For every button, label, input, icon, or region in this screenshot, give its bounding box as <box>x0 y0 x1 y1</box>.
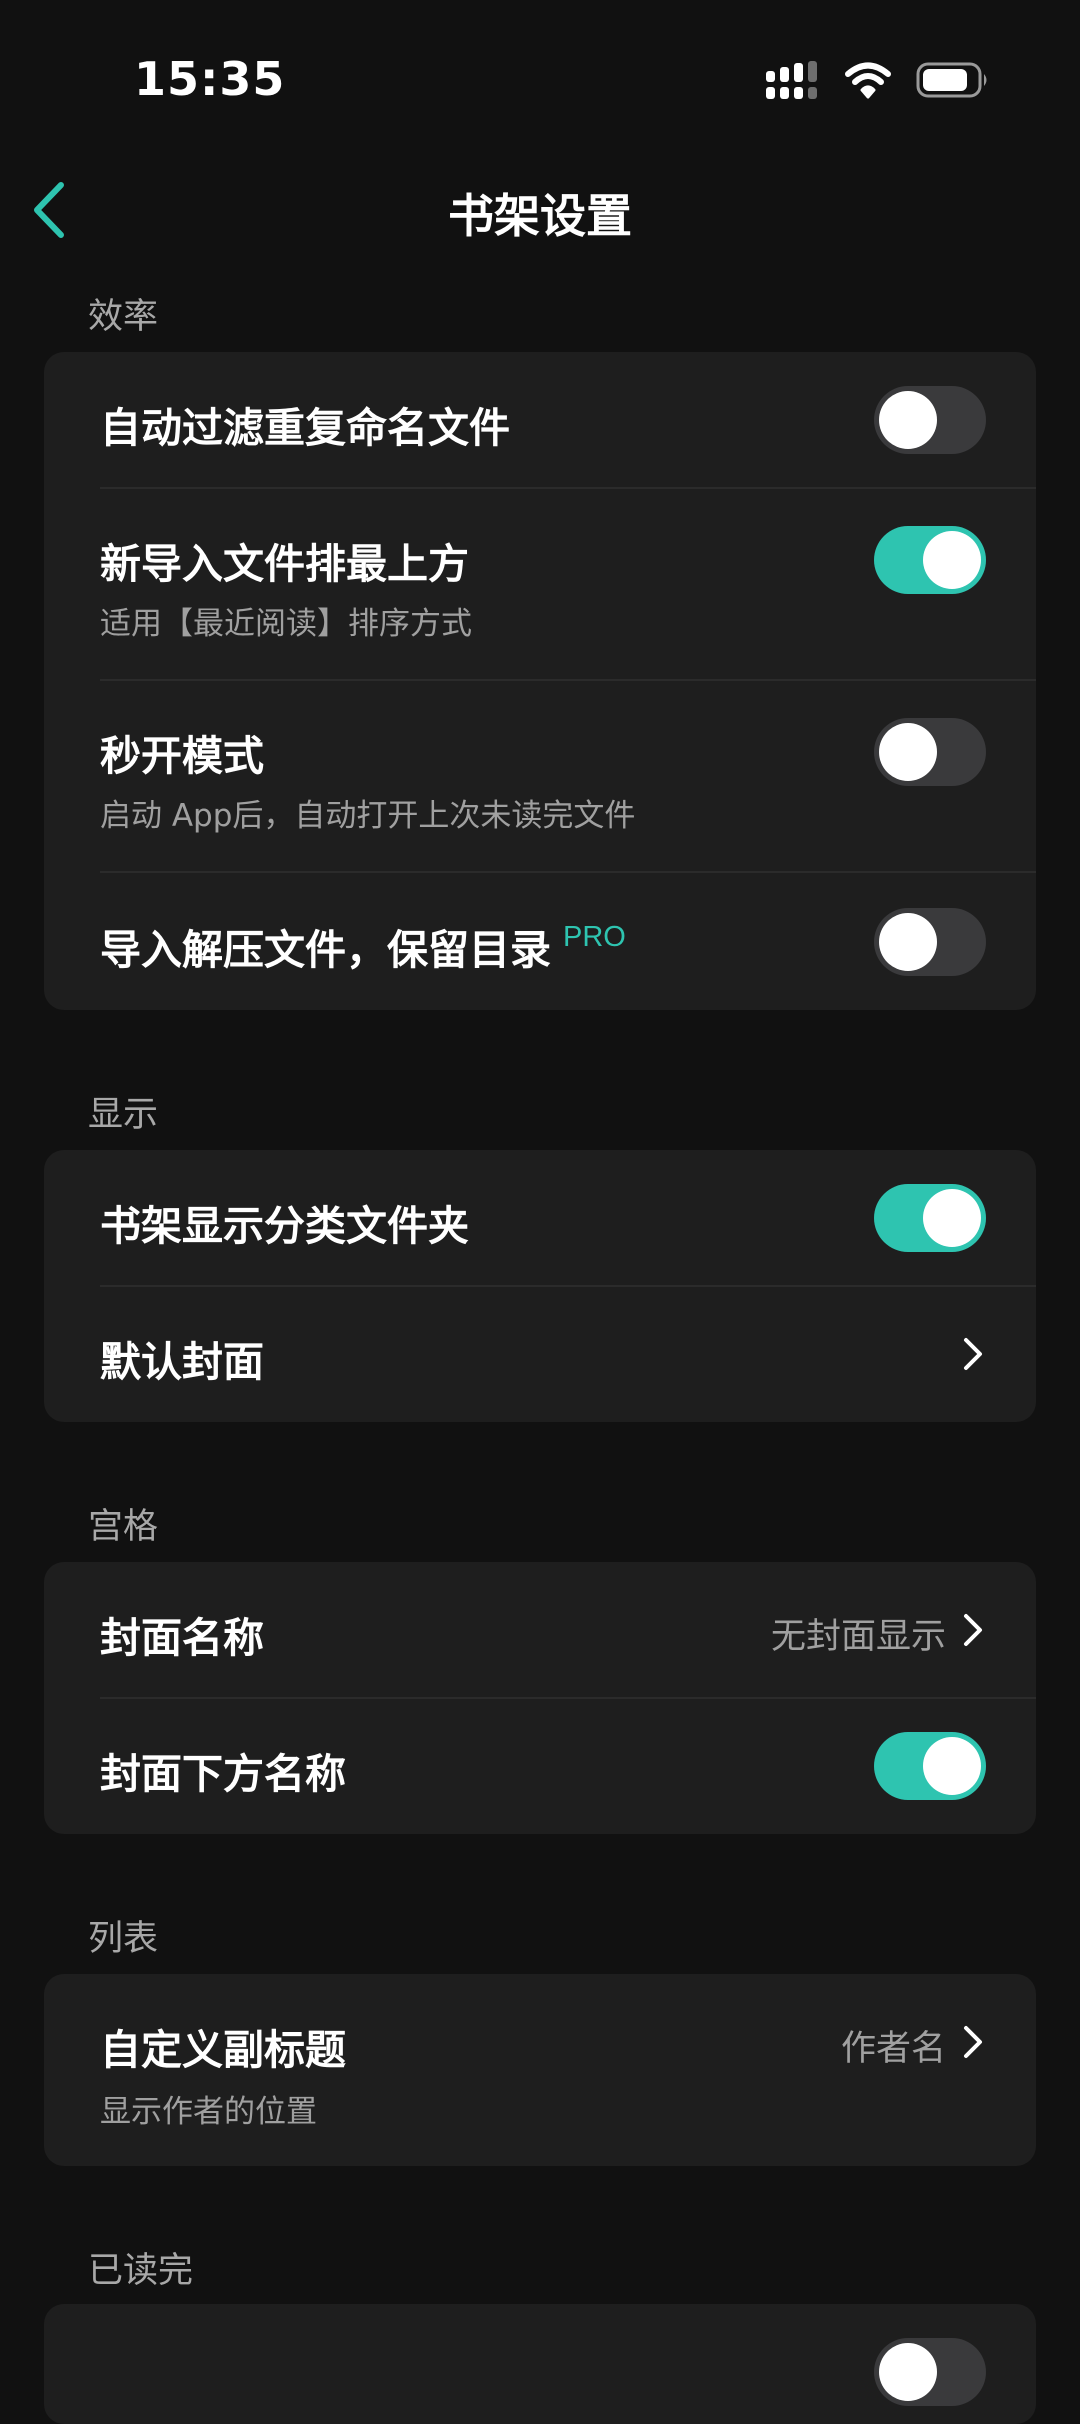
cellular-signal-icon <box>766 61 817 99</box>
row-cover-name[interactable]: 封面名称 无封面显示 <box>44 1562 1036 1698</box>
card-efficiency: 自动过滤重复命名文件 新导入文件排最上方 适用【最近阅读】排序方式 秒开模式 启… <box>44 352 1036 1010</box>
toggle-quick-open[interactable] <box>874 718 986 786</box>
row-title-text: 导入解压文件，保留目录 <box>100 926 551 974</box>
toggle-show-folders[interactable] <box>874 1184 986 1252</box>
row-subtitle: 显示作者的位置 <box>100 2094 317 2130</box>
row-value: 无封面显示 <box>770 1617 946 1657</box>
section-header-grid: 宫格 <box>88 1507 159 1547</box>
status-bar: 15:35 <box>0 0 1080 160</box>
battery-icon <box>916 62 987 98</box>
row-title: 新导入文件排最上方 <box>100 540 469 588</box>
row-title: 自动过滤重复命名文件 <box>100 404 510 452</box>
row-title: 封面名称 <box>100 1614 264 1662</box>
row-keep-directory[interactable]: 导入解压文件，保留目录 PRO <box>44 872 1036 1010</box>
toggle-new-import-top[interactable] <box>874 526 986 594</box>
row-subtitle: 适用【最近阅读】排序方式 <box>100 606 472 642</box>
card-finished <box>44 2304 1036 2424</box>
card-grid: 封面名称 无封面显示 封面下方名称 <box>44 1562 1036 1834</box>
toggle-keep-directory[interactable] <box>874 908 986 976</box>
toggle-knob <box>923 1737 981 1795</box>
row-title: 导入解压文件，保留目录 PRO <box>100 916 626 976</box>
toggle-name-below-cover[interactable] <box>874 1732 986 1800</box>
chevron-right-icon <box>964 2026 982 2058</box>
row-title: 书架显示分类文件夹 <box>100 1202 469 1250</box>
chevron-right-icon <box>964 1338 982 1370</box>
wifi-icon <box>845 62 891 99</box>
row-value: 作者名 <box>840 2029 946 2069</box>
status-icons <box>766 58 990 102</box>
toggle-knob <box>879 2343 937 2401</box>
row-title: 封面下方名称 <box>100 1750 346 1798</box>
row-quick-open[interactable]: 秒开模式 启动 App后，自动打开上次未读完文件 <box>44 680 1036 872</box>
row-subtitle: 启动 App后，自动打开上次未读完文件 <box>100 798 636 834</box>
row-title: 自定义副标题 <box>100 2026 346 2074</box>
row-show-folders[interactable]: 书架显示分类文件夹 <box>44 1150 1036 1286</box>
section-header-finished: 已读完 <box>88 2251 194 2291</box>
pro-badge: PRO <box>563 921 626 953</box>
section-header-efficiency: 效率 <box>88 297 159 337</box>
row-title: 秒开模式 <box>100 732 264 780</box>
nav-bar: 书架设置 <box>0 160 1080 260</box>
row-name-below-cover[interactable]: 封面下方名称 <box>44 1698 1036 1834</box>
card-list: 自定义副标题 显示作者的位置 作者名 <box>44 1974 1036 2166</box>
row-filter-duplicate[interactable]: 自动过滤重复命名文件 <box>44 352 1036 488</box>
section-header-list: 列表 <box>88 1919 159 1959</box>
status-time: 15:35 <box>134 52 286 106</box>
row-new-import-top[interactable]: 新导入文件排最上方 适用【最近阅读】排序方式 <box>44 488 1036 680</box>
toggle-knob <box>923 1189 981 1247</box>
toggle-knob <box>879 723 937 781</box>
toggle-knob <box>879 913 937 971</box>
page-title: 书架设置 <box>448 189 632 243</box>
card-display: 书架显示分类文件夹 默认封面 <box>44 1150 1036 1422</box>
toggle-finished[interactable] <box>874 2338 986 2406</box>
row-title: 默认封面 <box>100 1338 264 1386</box>
row-default-cover[interactable]: 默认封面 <box>44 1286 1036 1422</box>
toggle-filter-duplicate[interactable] <box>874 386 986 454</box>
section-header-display: 显示 <box>88 1095 159 1135</box>
row-custom-subtitle[interactable]: 自定义副标题 显示作者的位置 作者名 <box>44 1974 1036 2166</box>
toggle-knob <box>923 531 981 589</box>
toggle-knob <box>879 391 937 449</box>
chevron-right-icon <box>964 1614 982 1646</box>
